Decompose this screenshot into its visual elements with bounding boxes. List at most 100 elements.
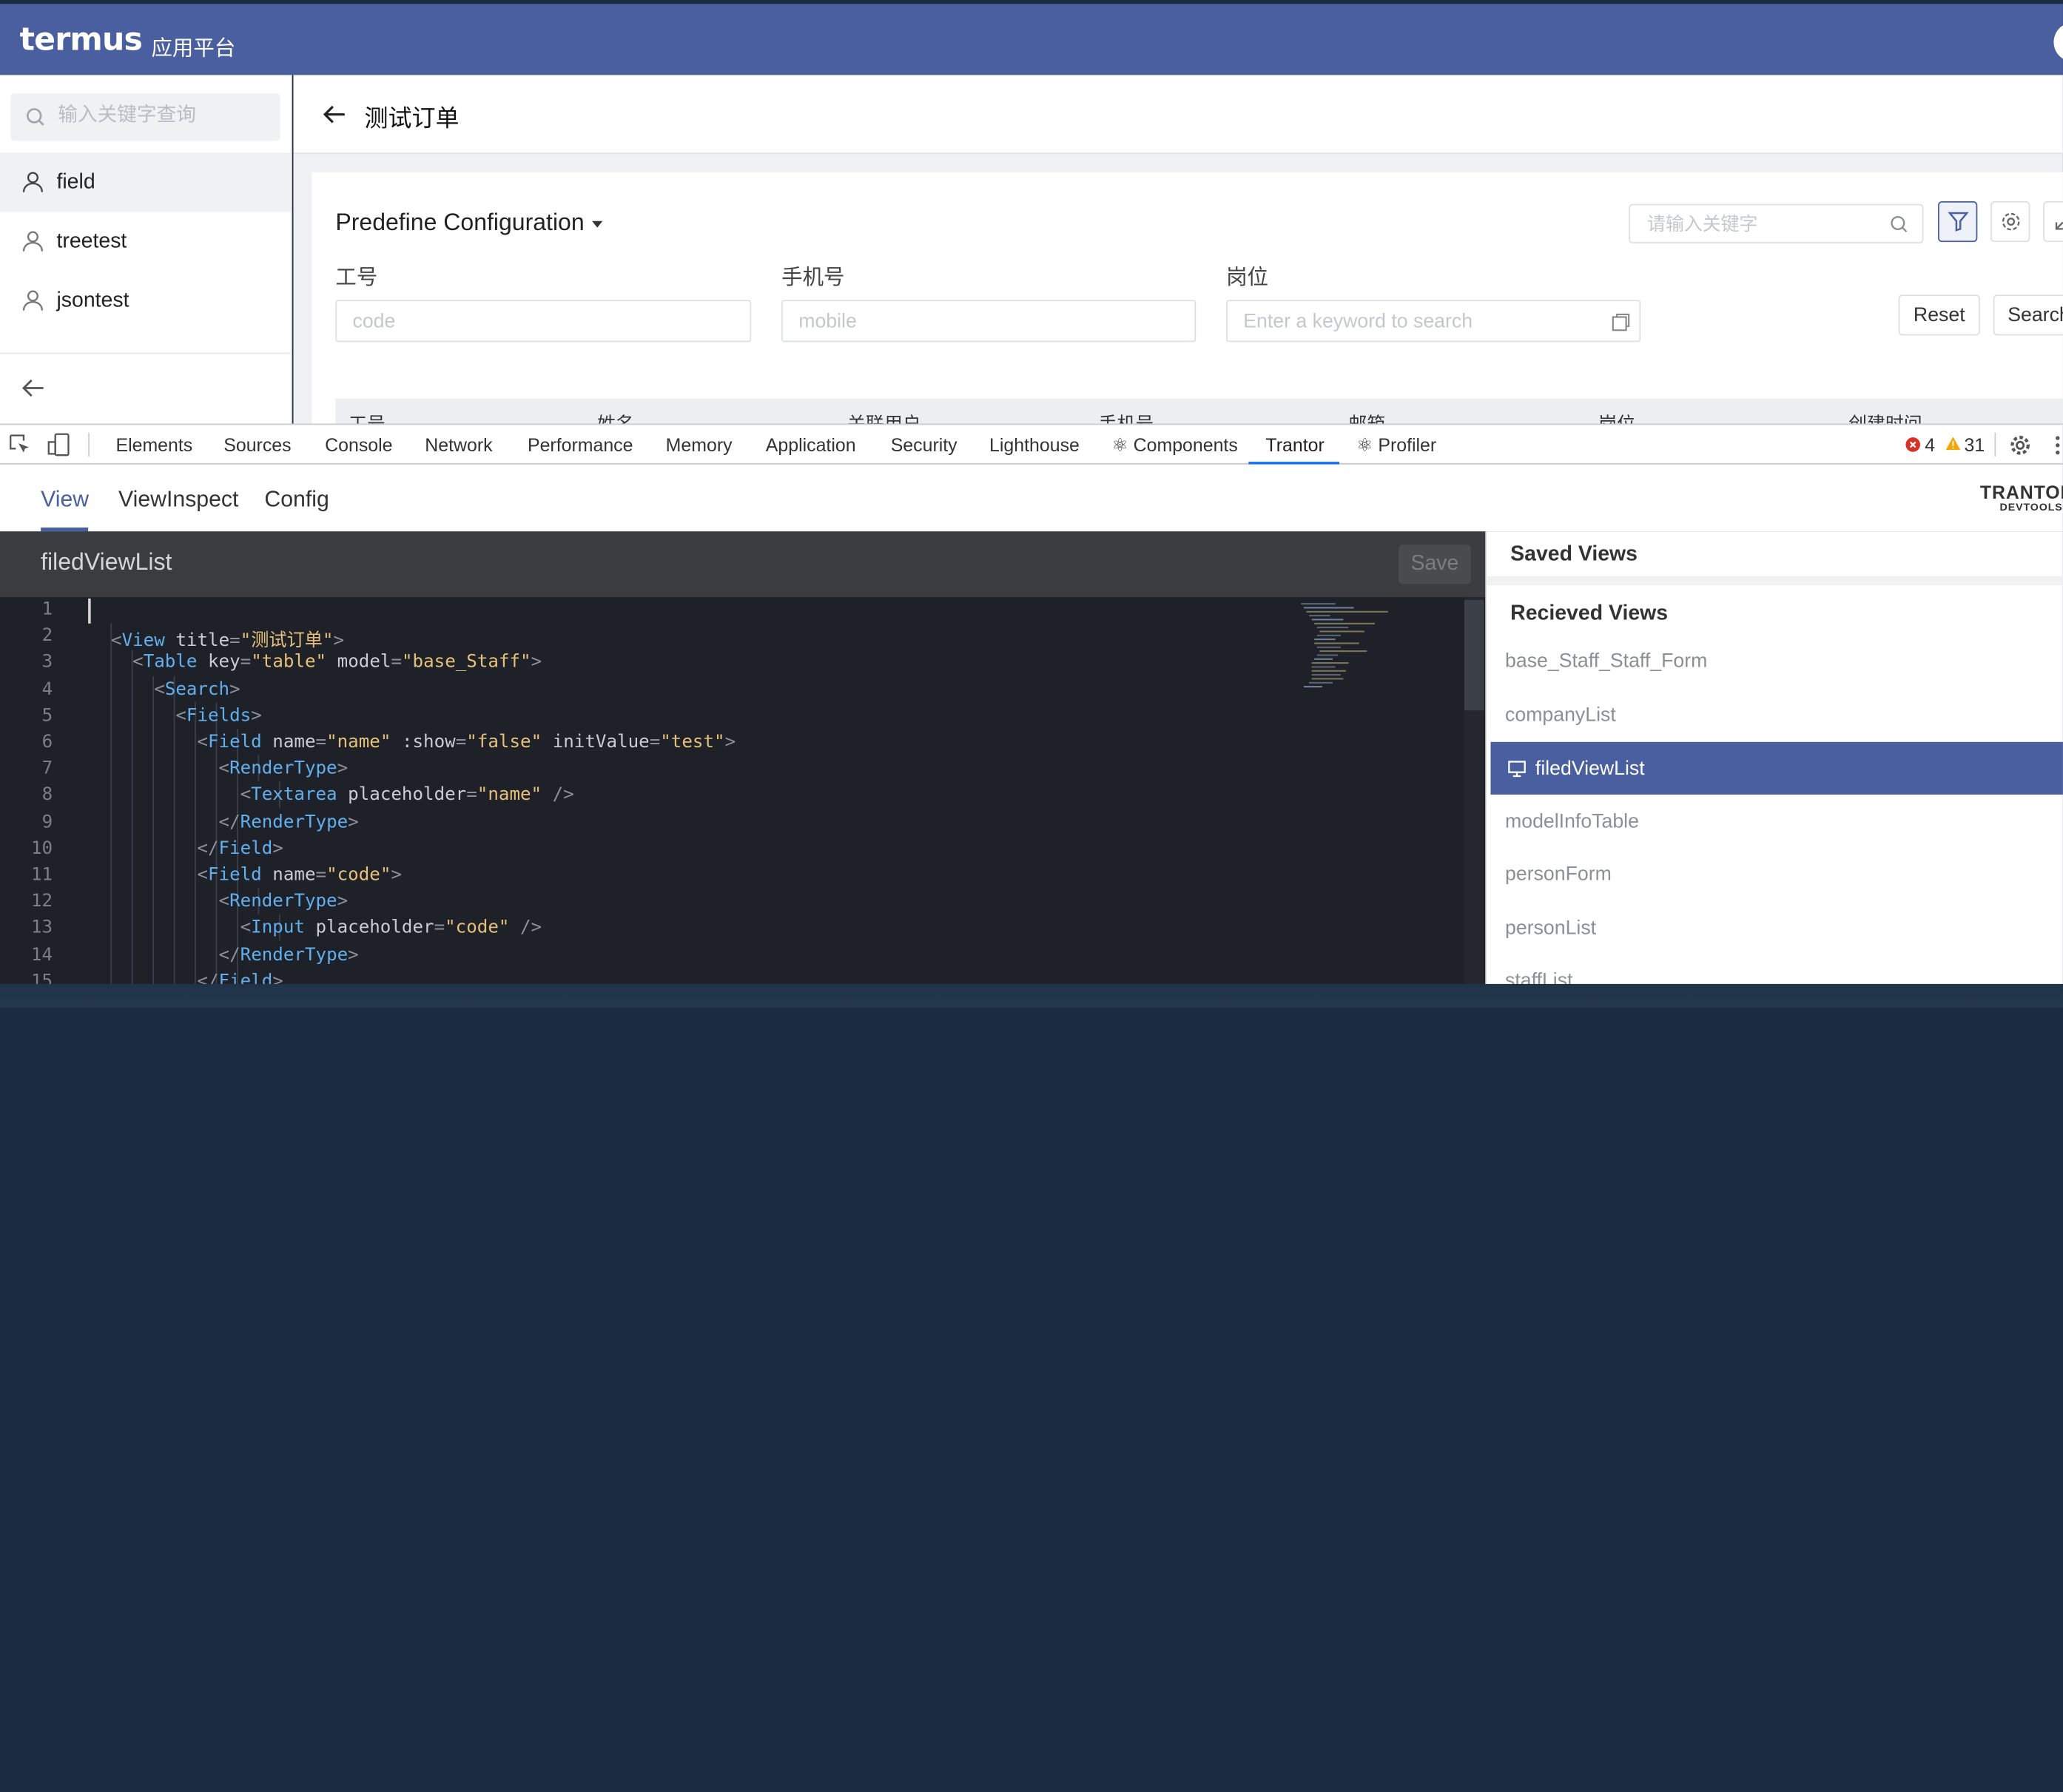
devtools-tabbar: Elements Sources Console Network Perform…: [0, 423, 2063, 465]
gear-icon[interactable]: [2009, 434, 2031, 457]
device-toolbar-icon[interactable]: [47, 431, 71, 458]
view-item[interactable]: modelInfoTable: [1505, 810, 1639, 832]
view-item-selected[interactable]: filedViewList: [1490, 741, 2063, 795]
code-minimap[interactable]: [1296, 600, 1394, 698]
save-button[interactable]: Save: [1399, 545, 1471, 585]
tab-trantor[interactable]: Trantor: [1265, 434, 1324, 455]
more-options-icon[interactable]: [2053, 434, 2062, 457]
keyword-search-input[interactable]: [1647, 213, 1885, 235]
search-button[interactable]: Search: [1993, 294, 2063, 336]
tab-sources[interactable]: Sources: [223, 434, 291, 455]
error-count[interactable]: 4: [1925, 434, 1935, 455]
tab-view[interactable]: View: [41, 487, 89, 513]
search-icon: [27, 108, 44, 126]
page-title: 测试订单: [364, 105, 460, 132]
tab-memory[interactable]: Memory: [666, 434, 733, 455]
tab-network[interactable]: Network: [425, 434, 492, 455]
sidebar: field treetest jsontest: [0, 75, 292, 424]
tab-security[interactable]: Security: [891, 434, 958, 455]
code-input[interactable]: [352, 310, 704, 333]
app-subtitle: 应用平台: [151, 38, 236, 61]
column-header: 岗位: [1598, 413, 1636, 424]
back-arrow-icon[interactable]: [321, 101, 348, 128]
line-number: 7: [41, 758, 53, 779]
column-header: 工号: [349, 413, 386, 424]
code-line[interactable]: <RenderType>: [90, 758, 349, 778]
view-item[interactable]: personList: [1505, 917, 1596, 939]
view-item[interactable]: base_Staff_Staff_Form: [1505, 650, 1707, 672]
code-editor[interactable]: 12 <View title="测试订单"> 3 <Table key="tabl…: [0, 597, 1486, 984]
editor-scrollbar-thumb[interactable]: [1464, 599, 1484, 711]
code-line[interactable]: <Table key="table" model="base_Staff">: [90, 652, 542, 673]
code-line[interactable]: <Textarea placeholder="name" />: [90, 784, 574, 805]
view-item[interactable]: staffList: [1505, 969, 1572, 984]
code-line[interactable]: </RenderType>: [90, 944, 359, 965]
sidebar-search-input[interactable]: [58, 104, 269, 127]
predefine-configuration-dropdown[interactable]: Predefine Configuration: [335, 209, 603, 237]
position-input[interactable]: [1243, 310, 1594, 333]
code-line[interactable]: <RenderType>: [90, 891, 349, 912]
fullscreen-button[interactable]: [2043, 201, 2063, 243]
page-header: 测试订单: [293, 75, 2063, 155]
keyword-search[interactable]: [1629, 203, 1924, 243]
code-line[interactable]: <Input placeholder="code" />: [90, 917, 542, 938]
sidebar-search[interactable]: [10, 93, 280, 141]
tab-lighthouse[interactable]: Lighthouse: [989, 434, 1080, 455]
filter-label-code: 工号: [335, 266, 378, 290]
line-number: 2: [41, 624, 53, 647]
app-logo[interactable]: termus: [20, 21, 143, 58]
tab-viewinspect[interactable]: ViewInspect: [118, 487, 238, 513]
collapse-arrow-icon[interactable]: [20, 375, 47, 402]
line-number: 5: [41, 704, 53, 727]
view-item[interactable]: personForm: [1505, 863, 1612, 885]
tab-config[interactable]: Config: [264, 487, 329, 513]
tab-components[interactable]: ⚛ Components: [1111, 434, 1237, 457]
select-popup-icon[interactable]: [1610, 311, 1631, 332]
sidebar-item-treetest[interactable]: treetest: [0, 212, 291, 271]
code-line[interactable]: <View title="测试订单">: [90, 625, 344, 651]
code-line[interactable]: </Field>: [90, 838, 283, 858]
line-number: 3: [41, 651, 53, 673]
view-item[interactable]: companyList: [1505, 704, 1616, 726]
code-line[interactable]: <Fields>: [90, 705, 262, 726]
warning-count[interactable]: 31: [1965, 434, 1985, 455]
user-icon: [22, 231, 44, 252]
search-icon[interactable]: [1889, 215, 1909, 235]
view-item-label: filedViewList: [1535, 757, 1645, 780]
tab-profiler[interactable]: ⚛ Profiler: [1356, 434, 1436, 457]
line-number: 9: [41, 811, 53, 832]
filter-button[interactable]: [1937, 201, 1978, 243]
sidebar-item-label: jsontest: [56, 289, 129, 311]
reset-button[interactable]: Reset: [1898, 294, 1980, 336]
code-line[interactable]: </Field>: [90, 971, 283, 984]
code-field[interactable]: [335, 300, 752, 343]
desktop-background: [0, 983, 2063, 1008]
error-icon: [1905, 437, 1920, 452]
mobile-input[interactable]: [798, 310, 1149, 333]
sidebar-item-field[interactable]: field: [0, 152, 291, 212]
code-line[interactable]: <Field name="code">: [90, 864, 402, 885]
code-line[interactable]: </RenderType>: [90, 811, 359, 832]
tab-console[interactable]: Console: [325, 434, 392, 455]
column-header: 姓名: [597, 413, 634, 424]
line-number: 15: [31, 970, 53, 984]
tab-application[interactable]: Application: [766, 434, 856, 455]
position-field[interactable]: [1226, 300, 1641, 343]
filter-label-position: 岗位: [1226, 266, 1269, 290]
line-number: 12: [31, 891, 53, 912]
mobile-field[interactable]: [781, 300, 1197, 343]
sidebar-item-jsontest[interactable]: jsontest: [0, 271, 291, 330]
avatar[interactable]: [2053, 22, 2063, 62]
code-line[interactable]: <Search>: [90, 678, 240, 699]
code-line[interactable]: <Field name="name" :show="false" initVal…: [90, 732, 736, 752]
tab-performance[interactable]: Performance: [528, 434, 633, 455]
line-number: 4: [41, 678, 53, 700]
inspect-element-icon[interactable]: [8, 433, 32, 457]
monitor-icon: [1508, 760, 1526, 777]
divider: [88, 432, 90, 457]
line-number: 14: [31, 943, 53, 966]
settings-button[interactable]: [1990, 201, 2030, 243]
section-divider: [1487, 576, 2063, 586]
tab-elements[interactable]: Elements: [115, 434, 192, 455]
editor-header: filedViewList Save: [0, 531, 1486, 598]
